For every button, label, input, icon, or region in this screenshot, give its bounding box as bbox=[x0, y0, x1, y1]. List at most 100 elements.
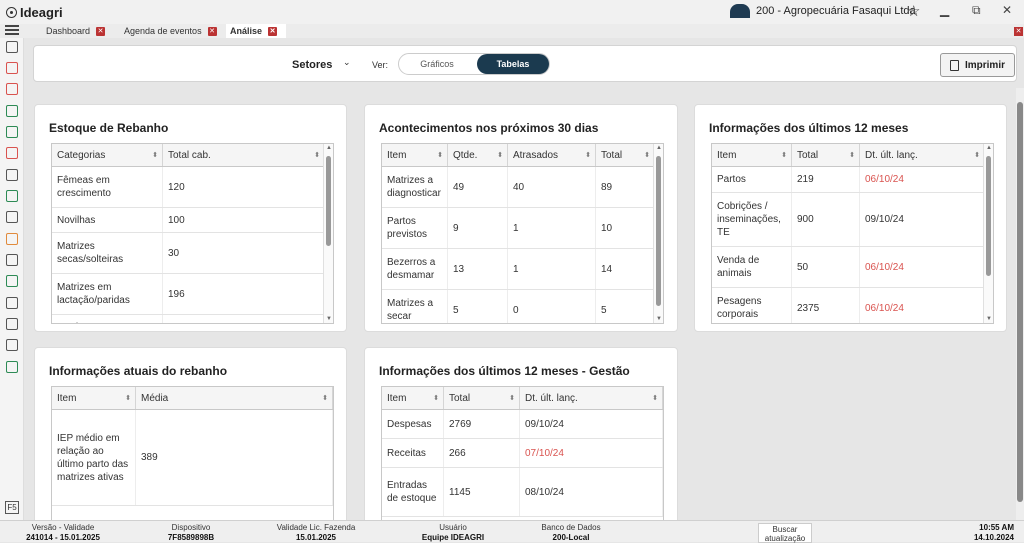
title-bar: Ideagri 200 - Agropecuária Fasaqui Ltda … bbox=[0, 0, 1024, 24]
column-header[interactable]: Média ⬍ bbox=[136, 387, 333, 409]
card-title: Informações dos últimos 12 meses - Gestã… bbox=[379, 364, 630, 378]
column-header[interactable]: Total ⬍ bbox=[596, 144, 655, 166]
table-row[interactable]: Machos em bbox=[52, 315, 333, 323]
tab-label: Dashboard bbox=[46, 26, 91, 36]
card-estoque: Estoque de Rebanho Categorias ⬍ Total cab… bbox=[34, 104, 347, 332]
sort-icon: ⬍ bbox=[152, 152, 158, 159]
print-label: Imprimir bbox=[964, 59, 1005, 71]
document-chart-icon[interactable] bbox=[6, 339, 18, 351]
table-row[interactable]: Cobrições / inseminações, TE 900 09/10/24 bbox=[712, 193, 993, 247]
view-toggle: Gráficos Tabelas bbox=[398, 53, 550, 75]
sidebar bbox=[0, 38, 24, 520]
f5-key-icon[interactable]: F5 bbox=[5, 501, 19, 514]
table-row[interactable]: Receitas 266 07/10/24 bbox=[382, 439, 663, 468]
table-row[interactable]: IEP médio em relação ao último parto das… bbox=[52, 410, 333, 506]
card-gestao: Informações dos últimos 12 meses - Gestã… bbox=[364, 347, 678, 520]
tab-dashboard[interactable]: Dashboard ✕ bbox=[42, 24, 109, 38]
card-title: Estoque de Rebanho bbox=[49, 121, 169, 135]
tab-close-icon[interactable]: ✕ bbox=[96, 26, 106, 36]
farm-name: 200 - Agropecuária Fasaqui Ltda bbox=[756, 5, 916, 17]
table-row[interactable]: Partos previstos 9 1 10 bbox=[382, 208, 663, 249]
table-row[interactable]: Entradas de estoque 1145 08/10/24 bbox=[382, 468, 663, 517]
column-header[interactable]: Atrasados ⬍ bbox=[508, 144, 596, 166]
gear-icon[interactable] bbox=[6, 105, 18, 117]
table-row[interactable]: Matrizes secas/solteiras 30 bbox=[52, 233, 333, 274]
column-header[interactable]: Total ⬍ bbox=[444, 387, 520, 409]
maximize-button[interactable]: ⧉ bbox=[972, 3, 981, 18]
table-scrollbar[interactable]: ▲ ▼ bbox=[653, 144, 663, 323]
tab-close-icon[interactable]: ✕ bbox=[207, 26, 217, 36]
table-scrollbar[interactable]: ▲ ▼ bbox=[323, 144, 333, 323]
chevron-down-icon[interactable]: ⌄ bbox=[343, 57, 351, 68]
table-scrollbar[interactable]: ▲ ▼ bbox=[983, 144, 993, 323]
page-scrollbar[interactable] bbox=[1016, 88, 1024, 520]
logo-icon bbox=[6, 6, 17, 18]
dna-icon[interactable] bbox=[6, 126, 18, 138]
atuais-table: Item ⬍ Média ⬍ IEP médio em relação ao últ… bbox=[51, 386, 334, 520]
favorite-star-icon[interactable]: ☆ bbox=[907, 2, 920, 20]
column-header[interactable]: Categorias ⬍ bbox=[52, 144, 163, 166]
tab-close-icon[interactable]: ✕ bbox=[268, 26, 278, 36]
column-header[interactable]: Qtde. ⬍ bbox=[448, 144, 508, 166]
info12-table: Item ⬍ Total ⬍ Dt. últ. lanç. ⬍ Partos 219 06… bbox=[711, 143, 994, 324]
factory-icon[interactable] bbox=[6, 169, 18, 181]
column-header[interactable]: Item ⬍ bbox=[712, 144, 792, 166]
table-icon[interactable] bbox=[6, 254, 18, 266]
tool-icon[interactable] bbox=[6, 297, 18, 309]
status-dispositivo: Dispositivo 7F8589898B bbox=[167, 523, 215, 542]
table-row[interactable]: Matrizes a secar 5 0 5 bbox=[382, 290, 663, 323]
sort-icon: ⬍ bbox=[314, 152, 320, 159]
grid-icon[interactable] bbox=[6, 41, 18, 53]
status-validade: Validade Lic. Fazenda 15.01.2025 bbox=[276, 523, 356, 542]
table-row[interactable]: Bezerros a desmamar 13 1 14 bbox=[382, 249, 663, 290]
minimize-button[interactable]: ▁ bbox=[940, 3, 949, 17]
table-row[interactable]: Matrizes a diagnosticar 49 40 89 bbox=[382, 167, 663, 208]
table-row[interactable]: Matrizes em lactação/paridas 196 bbox=[52, 274, 333, 315]
column-header[interactable]: Total cab. ⬍ bbox=[163, 144, 325, 166]
card-title: Informações atuais do rebanho bbox=[49, 364, 228, 378]
print-button[interactable]: Imprimir bbox=[940, 53, 1015, 77]
status-datetime: 10:55 AM 14.10.2024 bbox=[973, 523, 1014, 542]
health-cross-icon[interactable] bbox=[6, 147, 18, 159]
tab-label: Análise bbox=[230, 26, 263, 36]
farm-icon bbox=[730, 4, 750, 18]
table-row[interactable]: Novilhas 100 bbox=[52, 208, 333, 233]
report-icon[interactable] bbox=[6, 275, 18, 287]
hamburger-menu-icon[interactable] bbox=[5, 25, 19, 36]
table-row[interactable]: Partos 219 06/10/24 bbox=[712, 167, 993, 193]
column-header[interactable]: Item ⬍ bbox=[382, 144, 448, 166]
column-header[interactable]: Dt. últ. lanç. ⬍ bbox=[520, 387, 663, 409]
cow-icon[interactable] bbox=[6, 83, 18, 95]
table-row[interactable]: Venda de animais 50 06/10/24 bbox=[712, 247, 993, 288]
farm-selector[interactable]: 200 - Agropecuária Fasaqui Ltda bbox=[730, 4, 916, 18]
setores-dropdown[interactable]: Setores bbox=[292, 59, 332, 71]
close-all-tabs-icon[interactable]: ✕ bbox=[1014, 27, 1023, 36]
herd-icon[interactable] bbox=[6, 62, 18, 74]
app-name: Ideagri bbox=[20, 4, 63, 20]
feed-icon[interactable] bbox=[6, 190, 18, 202]
column-header[interactable]: Item ⬍ bbox=[382, 387, 444, 409]
close-window-button[interactable]: ✕ bbox=[1002, 3, 1012, 17]
calendar-icon[interactable] bbox=[6, 233, 18, 245]
toggle-graficos[interactable]: Gráficos bbox=[401, 54, 473, 74]
analysis-toolbar: Setores ⌄ Ver: Gráficos Tabelas Imprimir bbox=[33, 45, 1017, 82]
gestao-table: Item ⬍ Total ⬍ Dt. últ. lanç. ⬍ Despesas 276… bbox=[381, 386, 664, 520]
buscar-atualizacao-button[interactable]: Buscar atualização bbox=[758, 523, 812, 543]
card-info-atuais: Informações atuais do rebanho Item ⬍ Médi… bbox=[34, 347, 347, 520]
tab-analise[interactable]: Análise ✕ bbox=[226, 24, 286, 38]
toggle-tabelas[interactable]: Tabelas bbox=[477, 54, 549, 74]
status-bar: Versão - Validade 241014 - 15.01.2025 Dis… bbox=[0, 520, 1024, 543]
table-row[interactable]: Despesas 2769 09/10/24 bbox=[382, 410, 663, 439]
chat-icon[interactable] bbox=[6, 361, 18, 373]
tab-agenda[interactable]: Agenda de eventos ✕ bbox=[120, 24, 221, 38]
utensils-icon[interactable] bbox=[6, 318, 18, 330]
column-header[interactable]: Dt. últ. lanç. ⬍ bbox=[860, 144, 985, 166]
table-row[interactable]: Fêmeas em crescimento 120 bbox=[52, 167, 333, 208]
card-title: Acontecimentos nos próximos 30 dias bbox=[379, 121, 599, 135]
column-header[interactable]: Total ⬍ bbox=[792, 144, 860, 166]
card-acontecimentos: Acontecimentos nos próximos 30 dias Item… bbox=[364, 104, 678, 332]
column-header[interactable]: Item ⬍ bbox=[52, 387, 136, 409]
table-row[interactable]: Pesagens corporais 2375 06/10/24 bbox=[712, 288, 993, 323]
card-title: Informações dos últimos 12 meses bbox=[709, 121, 909, 135]
list-icon[interactable] bbox=[6, 211, 18, 223]
